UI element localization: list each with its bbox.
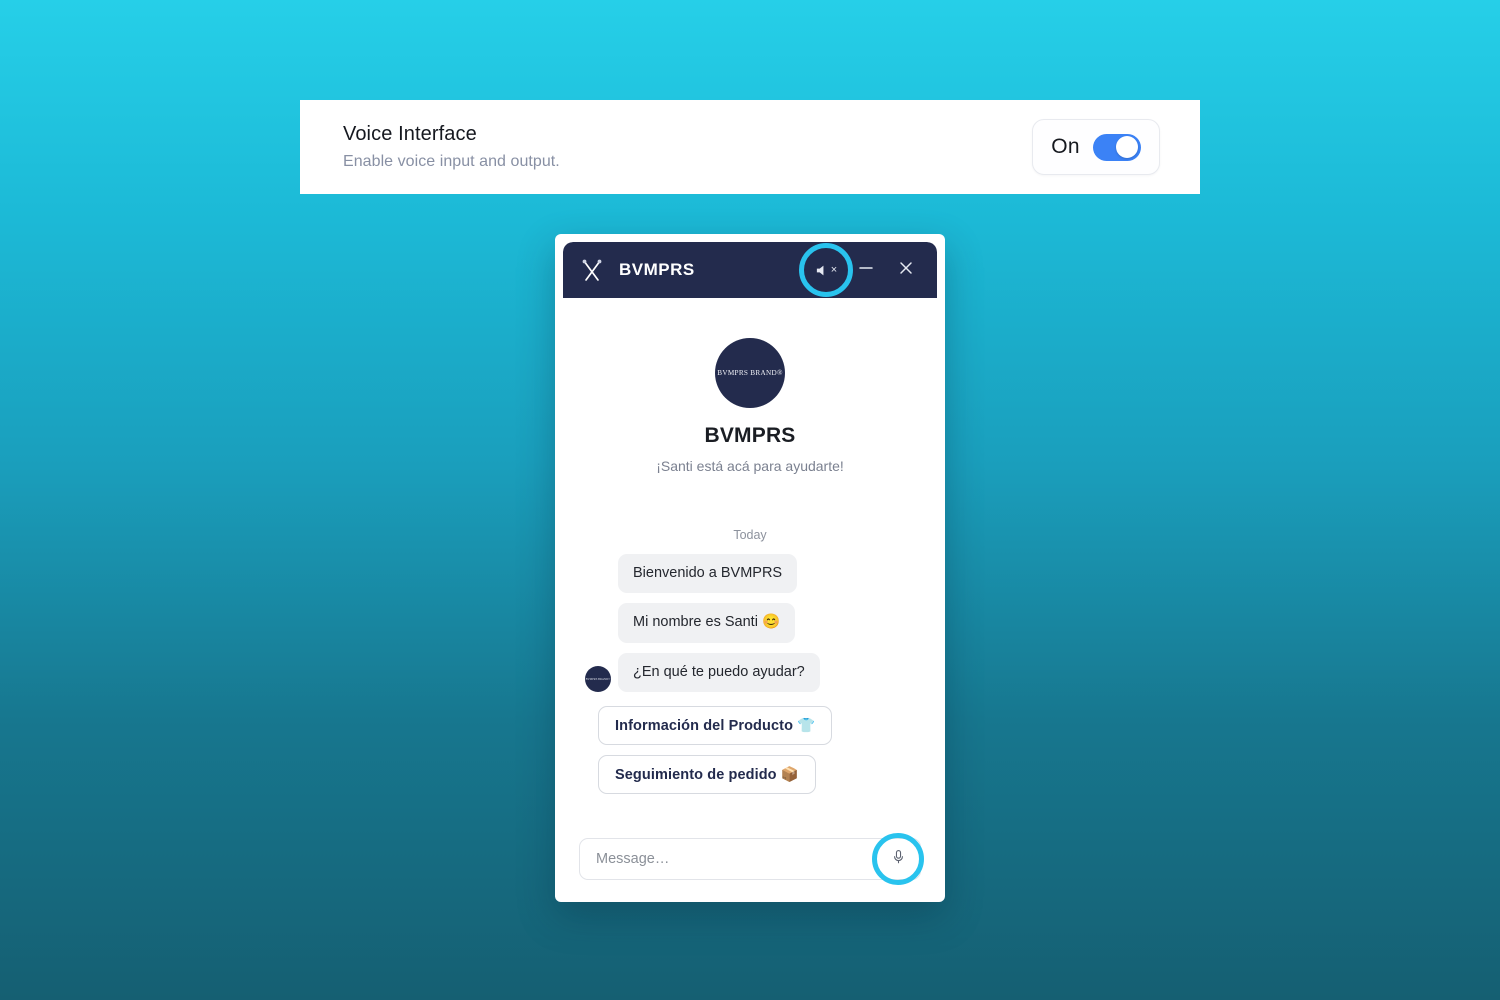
crossed-arrows-logo-icon bbox=[579, 257, 605, 283]
chat-widget-header: BVMPRS × bbox=[563, 242, 937, 298]
mute-x-glyph: × bbox=[830, 263, 838, 276]
brand-name-heading: BVMPRS bbox=[704, 424, 796, 447]
mute-audio-button[interactable]: × bbox=[799, 243, 853, 297]
message-input-wrapper[interactable] bbox=[579, 833, 924, 885]
brand-avatar-text: BVMPRS BRAND® bbox=[717, 369, 783, 377]
message-row: Bienvenido a BVMPRS bbox=[585, 554, 919, 594]
message-row: Mi nombre es Santi 😊 bbox=[585, 603, 919, 643]
chat-widget-frame: BVMPRS × BVMPRS BRAND® BVMPRS ¡Santi est… bbox=[555, 234, 945, 902]
minimize-icon bbox=[857, 259, 875, 282]
chat-intro-block: BVMPRS BRAND® BVMPRS ¡Santi está acá par… bbox=[563, 338, 937, 474]
microphone-button[interactable] bbox=[872, 833, 924, 885]
chat-composer bbox=[563, 826, 937, 894]
speaker-mute-icon: × bbox=[815, 263, 837, 278]
message-list: Bienvenido a BVMPRS Mi nombre es Santi 😊… bbox=[563, 554, 937, 693]
message-bubble: Bienvenido a BVMPRS bbox=[618, 554, 798, 594]
quick-reply-product-info[interactable]: Información del Producto 👕 bbox=[598, 706, 833, 746]
chat-widget: BVMPRS × BVMPRS BRAND® BVMPRS ¡Santi est… bbox=[563, 242, 937, 894]
message-bubble: Mi nombre es Santi 😊 bbox=[618, 603, 795, 643]
voice-interface-toggle-switch[interactable] bbox=[1092, 133, 1141, 161]
message-avatar-slot: BVMPRS BRAND® bbox=[585, 666, 611, 693]
toggle-state-label: On bbox=[1051, 135, 1080, 158]
brand-subtitle: ¡Santi está acá para ayudarte! bbox=[656, 458, 844, 474]
voice-interface-toggle-control[interactable]: On bbox=[1032, 119, 1160, 175]
quick-reply-order-tracking[interactable]: Seguimiento de pedido 📦 bbox=[598, 755, 816, 795]
settings-title: Voice Interface bbox=[343, 123, 477, 145]
toggle-knob bbox=[1116, 136, 1139, 158]
message-bubble: ¿En qué te puedo ayudar? bbox=[618, 652, 820, 693]
brand-avatar: BVMPRS BRAND® bbox=[715, 338, 785, 408]
microphone-icon bbox=[890, 848, 907, 870]
settings-description: Enable voice input and output. bbox=[343, 153, 560, 170]
chat-header-actions: × bbox=[799, 243, 923, 297]
agent-avatar-text: BVMPRS BRAND® bbox=[585, 677, 611, 682]
minimize-button[interactable] bbox=[849, 253, 883, 287]
chat-widget-title: BVMPRS bbox=[619, 260, 695, 279]
close-icon bbox=[897, 259, 915, 282]
day-separator-label: Today bbox=[733, 528, 767, 542]
settings-text-group: Voice Interface Enable voice input and o… bbox=[343, 123, 560, 171]
close-button[interactable] bbox=[889, 253, 923, 287]
chat-conversation-area: BVMPRS BRAND® BVMPRS ¡Santi está acá par… bbox=[563, 298, 937, 826]
agent-avatar: BVMPRS BRAND® bbox=[585, 666, 611, 693]
voice-interface-settings-card: Voice Interface Enable voice input and o… bbox=[300, 100, 1200, 194]
quick-reply-list: Información del Producto 👕 Seguimiento d… bbox=[563, 706, 937, 795]
message-row: BVMPRS BRAND® ¿En qué te puedo ayudar? bbox=[585, 652, 919, 693]
message-input[interactable] bbox=[596, 851, 872, 867]
